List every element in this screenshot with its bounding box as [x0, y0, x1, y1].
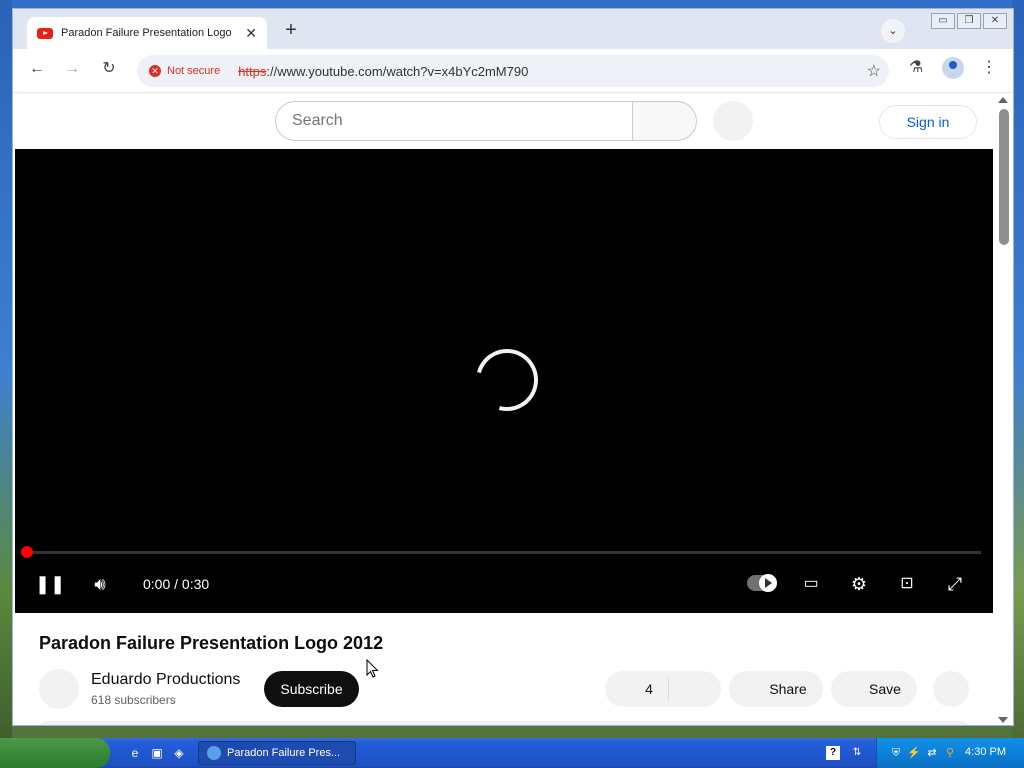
like-dislike-group: 4: [605, 671, 721, 707]
more-actions-button[interactable]: [933, 671, 969, 707]
virtualbox-icon[interactable]: ◈: [170, 744, 188, 762]
internet-explorer-icon[interactable]: e: [126, 744, 144, 762]
video-player[interactable]: ❚❚ 🔊︎ 0:00 / 0:30 ▭ ⚙ ⊡ ⤢: [15, 149, 993, 613]
loading-spinner-icon: [464, 337, 550, 423]
address-bar[interactable]: ✕ Not secure https ://www.youtube.com/wa…: [137, 55, 889, 87]
subtitles-icon[interactable]: ▭: [797, 571, 825, 597]
tab-search-chevron-icon[interactable]: ⌄: [881, 19, 905, 43]
new-tab-button[interactable]: +: [279, 19, 303, 43]
pause-icon[interactable]: ❚❚: [35, 571, 65, 597]
profile-avatar-icon[interactable]: [939, 57, 967, 84]
minimize-button[interactable]: ▭: [931, 13, 955, 29]
sign-in-button[interactable]: Sign in: [879, 105, 977, 139]
like-divider: [668, 677, 669, 701]
network-icon[interactable]: ⚡: [907, 746, 921, 760]
description-box[interactable]: [39, 721, 969, 725]
autoplay-toggle[interactable]: [747, 574, 777, 592]
bookmark-star-icon[interactable]: ☆: [867, 61, 881, 81]
maximize-button[interactable]: ❐: [957, 13, 981, 29]
scrubber-handle[interactable]: [21, 546, 33, 558]
taskbar: e ▣ ◈ Paradon Failure Pres... ? ⇅ ⛨ ⚡ ⇄ …: [0, 738, 1024, 768]
theater-mode-icon[interactable]: ⊡: [893, 571, 921, 597]
taskbar-item-label: Paradon Failure Pres...: [227, 747, 341, 759]
browser-menu-icon[interactable]: ⋮: [975, 57, 1003, 77]
not-secure-label[interactable]: Not secure: [167, 65, 220, 77]
help-icon[interactable]: ?: [826, 746, 840, 760]
share-button[interactable]: Share: [729, 671, 823, 707]
youtube-page: Sign in ❚❚ 🔊︎ 0:00 / 0:30 ▭ ⚙ ⊡ ⤢ Parado…: [13, 93, 995, 725]
tab-title: Paradon Failure Presentation Logo: [61, 27, 232, 39]
tab-strip: Paradon Failure Presentation Logo ✕ + ⌄ …: [13, 9, 1013, 49]
tray-expand-icon[interactable]: ⇅: [848, 744, 866, 762]
close-tab-icon[interactable]: ✕: [245, 25, 257, 42]
progress-bar[interactable]: [27, 551, 981, 554]
scroll-thumb[interactable]: [999, 109, 1009, 245]
subscribe-button[interactable]: Subscribe: [264, 671, 359, 707]
start-button[interactable]: [0, 738, 110, 768]
search-input[interactable]: [292, 112, 632, 130]
time-display: 0:00 / 0:30: [143, 576, 210, 592]
connection-icon[interactable]: ⇄: [925, 746, 939, 760]
browser-tab[interactable]: Paradon Failure Presentation Logo ✕: [27, 17, 267, 49]
channel-avatar[interactable]: [39, 669, 79, 709]
close-window-button[interactable]: ✕: [983, 13, 1007, 29]
volume-icon[interactable]: 🔊︎: [85, 571, 115, 597]
back-arrow-icon[interactable]: ←: [23, 55, 51, 83]
browser-window: Paradon Failure Presentation Logo ✕ + ⌄ …: [12, 8, 1014, 726]
page-scrollbar[interactable]: [993, 93, 1013, 725]
video-title: Paradon Failure Presentation Logo 2012: [39, 633, 384, 653]
reload-icon[interactable]: ↻: [95, 55, 123, 83]
autoplay-play-icon: [765, 578, 772, 588]
youtube-favicon-icon: [37, 27, 53, 39]
scroll-down-arrow-icon[interactable]: [998, 717, 1008, 723]
quicklaunch-app-icon[interactable]: ▣: [148, 744, 166, 762]
url-protocol: https: [238, 63, 267, 79]
voice-search-button[interactable]: [713, 101, 753, 141]
forward-arrow-icon[interactable]: →: [58, 55, 86, 83]
not-secure-icon: ✕: [149, 65, 161, 77]
search-box[interactable]: [275, 101, 633, 141]
browser-taskbar-icon: [207, 746, 221, 760]
fullscreen-icon[interactable]: ⤢: [941, 571, 969, 597]
desktop-background-left: [0, 0, 12, 738]
url-text: ://www.youtube.com/watch?v=x4bYc2mM790: [266, 63, 529, 79]
labs-flask-icon[interactable]: ⚗: [902, 57, 930, 77]
save-button[interactable]: Save: [831, 671, 917, 707]
browser-toolbar: ← → ↻ ✕ Not secure https ://www.youtube.…: [13, 49, 1013, 93]
search-tray-icon[interactable]: ⚲: [943, 746, 957, 760]
scroll-up-arrow-icon[interactable]: [998, 97, 1008, 103]
clock: 4:30 PM: [965, 746, 1006, 758]
window-controls: ▭ ❐ ✕: [931, 13, 1007, 29]
system-tray: ⛨ ⚡ ⇄ ⚲ 4:30 PM: [876, 738, 1024, 768]
channel-name[interactable]: Eduardo Productions: [91, 671, 240, 689]
search-button[interactable]: [633, 101, 697, 141]
masthead: Sign in: [13, 93, 995, 149]
subscriber-count: 618 subscribers: [91, 693, 176, 707]
taskbar-item-browser[interactable]: Paradon Failure Pres...: [198, 741, 356, 765]
mouse-cursor-icon: [366, 659, 379, 678]
security-shield-icon[interactable]: ⛨: [889, 746, 903, 760]
settings-gear-icon[interactable]: ⚙: [845, 571, 873, 597]
